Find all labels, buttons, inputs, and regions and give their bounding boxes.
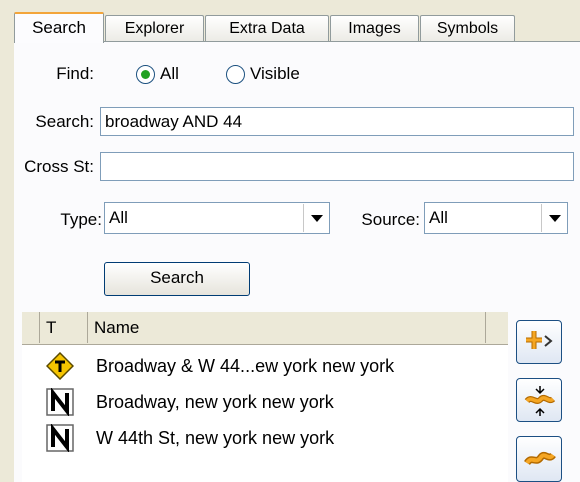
intersection-diamond-icon [46,352,74,380]
row-name: Broadway & W 44...ew york new york [96,356,395,376]
results-list[interactable]: T Name Broadway & W 44...ew york new yor… [22,312,508,482]
column-header-name[interactable]: Name [88,312,486,343]
find-visible-radio[interactable] [226,65,245,84]
street-n-icon [46,424,74,452]
source-label: Source: [361,210,420,229]
cross-street-label: Cross St: [24,157,94,176]
table-row[interactable]: Broadway & W 44...ew york new york [22,348,508,384]
tab-search[interactable]: Search [14,12,104,43]
type-select-value: All [109,208,128,227]
search-label: Search: [35,112,94,131]
street-n-icon [46,388,74,416]
zoom-to-icon [524,386,556,416]
cross-street-input[interactable] [100,152,574,181]
source-select-value: All [429,208,448,227]
tab-explorer[interactable]: Explorer [105,15,204,41]
tab-extra-data[interactable]: Extra Data [205,15,329,41]
chevron-down-icon[interactable] [303,204,328,232]
tab-strip: Search Explorer Extra Data Images Symbol… [14,12,580,43]
find-all-radio[interactable] [136,65,155,84]
row-name: Broadway, new york new york [96,392,334,412]
row-name: W 44th St, new york new york [96,428,335,448]
find-visible-label: Visible [250,64,300,83]
add-to-route-icon [526,331,553,349]
column-header-type[interactable]: T [40,312,88,343]
add-to-route-button[interactable] [516,320,562,364]
table-row[interactable]: W 44th St, new york new york [22,420,508,456]
header-spacer [22,312,40,343]
tab-images[interactable]: Images [330,15,419,41]
type-label: Type: [60,210,102,229]
radio-selected-dot [141,70,150,79]
show-on-map-icon [524,451,556,466]
search-input[interactable]: broadway AND 44 [100,107,574,136]
find-label: Find: [56,64,94,83]
table-row[interactable]: Broadway, new york new york [22,384,508,420]
tab-symbols[interactable]: Symbols [420,15,515,41]
zoom-to-button[interactable] [516,378,562,422]
chevron-down-icon[interactable] [541,204,566,232]
show-on-map-button[interactable] [516,436,562,482]
results-header: T Name [22,312,508,345]
search-button[interactable]: Search [104,262,250,296]
find-all-label: All [160,64,179,83]
type-select[interactable]: All [104,202,330,234]
source-select[interactable]: All [424,202,568,234]
